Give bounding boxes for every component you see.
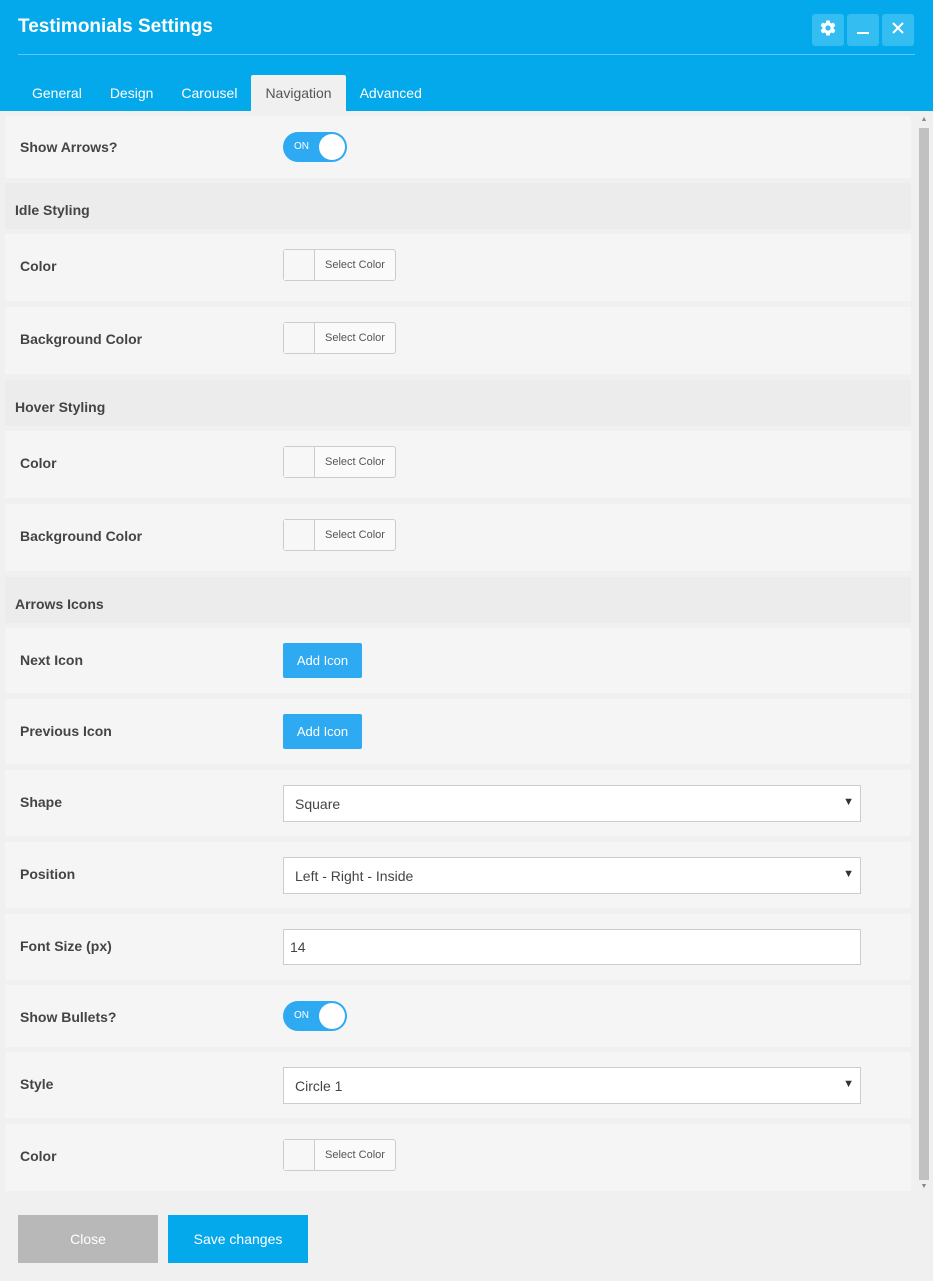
gear-icon: [819, 19, 837, 42]
tab-carousel[interactable]: Carousel: [167, 75, 251, 111]
font-size-input[interactable]: [283, 929, 861, 965]
shape-select[interactable]: Square ▼: [283, 785, 861, 822]
hover-bg-color-label: Background Color: [20, 528, 143, 544]
header-divider: [18, 54, 915, 55]
show-bullets-toggle[interactable]: ON: [283, 1001, 347, 1031]
shape-label: Shape: [20, 794, 63, 810]
idle-bg-color-label: Background Color: [20, 331, 143, 347]
hover-color-row: Color Select Color: [5, 431, 911, 498]
style-label: Style: [20, 1076, 54, 1092]
select-color-label: Select Color: [325, 1149, 385, 1161]
hover-color-label: Color: [20, 455, 57, 471]
previous-icon-label: Previous Icon: [20, 723, 112, 739]
font-size-label: Font Size (px): [20, 938, 112, 954]
idle-bg-color-row: Background Color Select Color: [5, 307, 911, 374]
tab-bar: General Design Carousel Navigation Advan…: [18, 75, 436, 111]
position-row: Position Left - Right - Inside ▼: [5, 842, 911, 908]
show-bullets-label: Show Bullets?: [20, 1009, 117, 1025]
select-color-label: Select Color: [325, 529, 385, 541]
dialog-header: Testimonials Settings General Design Car…: [0, 0, 933, 111]
tab-design[interactable]: Design: [96, 75, 168, 111]
toggle-knob: [319, 1003, 345, 1029]
toggle-knob: [319, 134, 345, 160]
select-color-label: Select Color: [325, 456, 385, 468]
settings-button[interactable]: [812, 14, 844, 46]
position-select[interactable]: Left - Right - Inside ▼: [283, 857, 861, 894]
idle-styling-header: Idle Styling: [5, 183, 911, 229]
previous-icon-row: Previous Icon Add Icon: [5, 699, 911, 764]
close-window-button[interactable]: [882, 14, 914, 46]
position-selected-value: Left - Right - Inside: [295, 868, 414, 884]
scrollbar-thumb[interactable]: [919, 128, 929, 1180]
toggle-state: ON: [294, 141, 309, 152]
color-swatch: [284, 447, 315, 477]
select-color-label: Select Color: [325, 332, 385, 344]
bullet-color-row: Color Select Color: [5, 1124, 911, 1191]
dropdown-arrow-icon: ▼: [843, 796, 854, 808]
idle-color-label: Color: [20, 258, 57, 274]
shape-selected-value: Square: [295, 796, 341, 812]
bullet-color-picker[interactable]: Select Color: [283, 1139, 396, 1171]
hover-styling-label: Hover Styling: [15, 399, 106, 415]
font-size-row: Font Size (px): [5, 914, 911, 980]
tab-navigation[interactable]: Navigation: [251, 75, 346, 111]
color-swatch: [284, 520, 315, 550]
show-arrows-label: Show Arrows?: [20, 139, 118, 155]
next-icon-row: Next Icon Add Icon: [5, 628, 911, 693]
show-bullets-row: Show Bullets? ON: [5, 985, 911, 1047]
close-button[interactable]: Close: [18, 1215, 158, 1263]
save-changes-button[interactable]: Save changes: [168, 1215, 308, 1263]
position-label: Position: [20, 866, 76, 882]
toggle-state: ON: [294, 1010, 309, 1021]
dropdown-arrow-icon: ▼: [843, 1078, 854, 1090]
color-swatch: [284, 323, 315, 353]
show-arrows-toggle[interactable]: ON: [283, 132, 347, 162]
idle-color-picker[interactable]: Select Color: [283, 249, 396, 281]
scroll-up-icon[interactable]: ▲: [919, 116, 929, 126]
add-previous-icon-button[interactable]: Add Icon: [283, 714, 362, 749]
close-icon: [891, 21, 905, 40]
dialog-footer: Close Save changes: [0, 1197, 933, 1281]
next-icon-label: Next Icon: [20, 652, 84, 668]
tab-advanced[interactable]: Advanced: [346, 75, 436, 111]
idle-bg-color-picker[interactable]: Select Color: [283, 322, 396, 354]
scroll-down-icon[interactable]: ▼: [919, 1183, 929, 1193]
color-swatch: [284, 250, 315, 280]
color-swatch: [284, 1140, 315, 1170]
add-next-icon-button[interactable]: Add Icon: [283, 643, 362, 678]
minimize-button[interactable]: [847, 14, 879, 46]
tab-general[interactable]: General: [18, 75, 96, 111]
idle-color-row: Color Select Color: [5, 234, 911, 301]
idle-styling-label: Idle Styling: [15, 202, 90, 218]
dialog-title: Testimonials Settings: [18, 16, 213, 37]
style-selected-value: Circle 1: [295, 1078, 343, 1094]
arrows-icons-label: Arrows Icons: [15, 596, 104, 612]
shape-row: Shape Square ▼: [5, 770, 911, 836]
style-select[interactable]: Circle 1 ▼: [283, 1067, 861, 1104]
hover-bg-color-picker[interactable]: Select Color: [283, 519, 396, 551]
dropdown-arrow-icon: ▼: [843, 868, 854, 880]
hover-bg-color-row: Background Color Select Color: [5, 504, 911, 571]
style-row: Style Circle 1 ▼: [5, 1052, 911, 1118]
show-arrows-row: Show Arrows? ON: [5, 116, 911, 178]
minimize-icon: [855, 20, 871, 41]
hover-styling-header: Hover Styling: [5, 380, 911, 426]
bullet-color-label: Color: [20, 1148, 57, 1164]
hover-color-picker[interactable]: Select Color: [283, 446, 396, 478]
arrows-icons-header: Arrows Icons: [5, 577, 911, 623]
select-color-label: Select Color: [325, 259, 385, 271]
